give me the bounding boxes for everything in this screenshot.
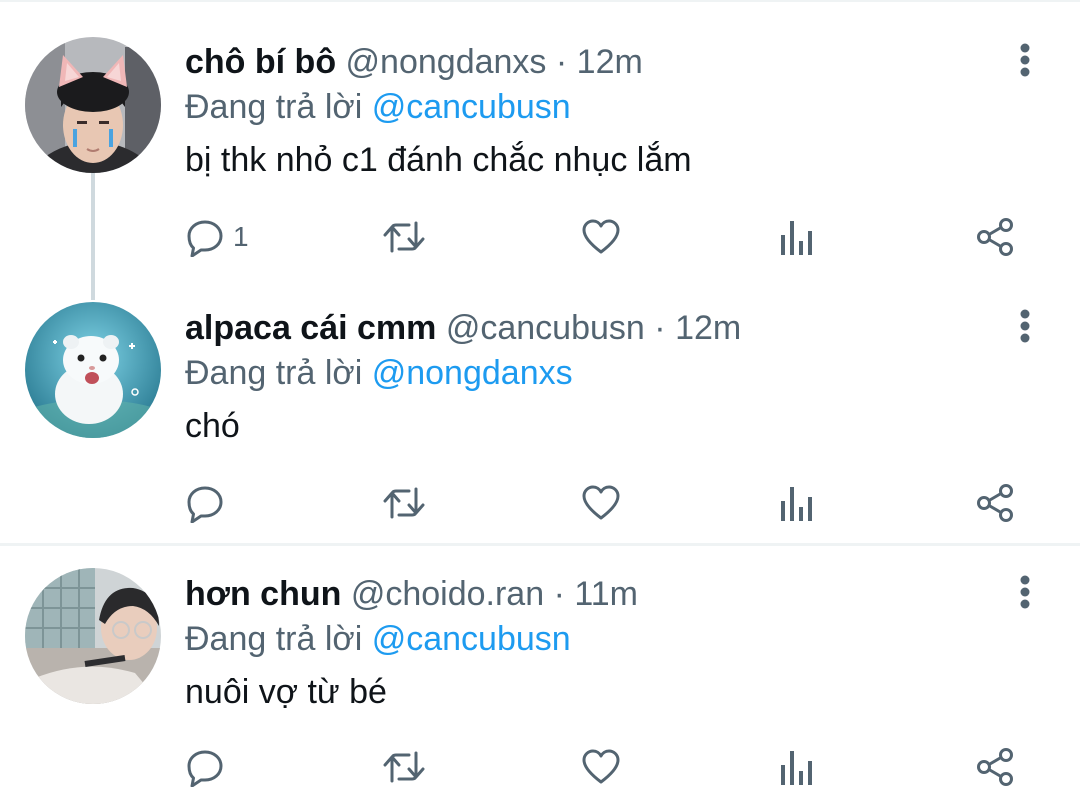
tweet-header: hơn chun @choido.ran · 11m <box>185 572 638 616</box>
tweet-header: chô bí bô @nongdanxs · 12m <box>185 40 643 84</box>
mention-link[interactable]: @nongdanxs <box>372 354 573 392</box>
reply-icon <box>187 486 223 523</box>
replying-to-label: Đang trả lời <box>185 354 363 392</box>
reply-icon <box>187 750 223 787</box>
more-vertical-icon <box>1020 575 1030 609</box>
share-icon <box>977 748 1013 786</box>
display-name[interactable]: alpaca cái cmm <box>185 309 436 347</box>
tweet-3[interactable]: hơn chun @choido.ran · 11m Đang trả lời … <box>0 546 1080 812</box>
share-button[interactable] <box>975 212 1015 262</box>
tweet-text: bị thk nhỏ c1 đánh chắc nhục lắm <box>185 141 692 179</box>
avatar[interactable] <box>25 302 161 438</box>
username-handle[interactable]: @cancubusn <box>446 309 645 347</box>
replying-to-label: Đang trả lời <box>185 88 363 126</box>
action-bar <box>185 478 1035 528</box>
share-button[interactable] <box>975 478 1015 528</box>
tweet-text: chó <box>185 407 240 445</box>
username-handle[interactable]: @choido.ran <box>351 575 544 613</box>
mention-link[interactable]: @cancubusn <box>372 88 571 126</box>
views-button[interactable] <box>779 742 815 792</box>
like-button[interactable] <box>581 478 621 528</box>
share-icon <box>977 218 1013 256</box>
tweet-2[interactable]: alpaca cái cmm @cancubusn · 12m Đang trả… <box>0 280 1080 542</box>
replying-to-line: Đang trả lời @cancubusn <box>185 85 571 129</box>
views-icon <box>781 487 812 521</box>
tweet-text: nuôi vợ từ bé <box>185 673 387 711</box>
separator-dot: · <box>555 43 568 81</box>
avatar-photo-person-glasses <box>25 568 161 704</box>
action-bar <box>185 742 1035 792</box>
like-button[interactable] <box>581 742 621 792</box>
avatar[interactable] <box>25 568 161 704</box>
replying-to-line: Đang trả lời @cancubusn <box>185 617 571 661</box>
separator-dot: · <box>553 575 565 613</box>
retweet-icon <box>383 487 425 519</box>
views-icon <box>781 751 812 785</box>
retweet-button[interactable] <box>381 478 427 528</box>
display-name[interactable]: chô bí bô <box>185 43 336 81</box>
views-icon <box>781 221 812 255</box>
more-options-button[interactable] <box>1008 570 1042 614</box>
more-options-button[interactable] <box>1008 304 1042 348</box>
retweet-button[interactable] <box>381 742 427 792</box>
timestamp[interactable]: 11m <box>574 575 638 613</box>
share-icon <box>977 484 1013 522</box>
avatar[interactable] <box>25 37 161 173</box>
tweet-content: chô bí bô @nongdanxs · 12m Đang trả lời … <box>185 40 1010 200</box>
avatar-photo-cat-ears <box>25 37 161 173</box>
action-bar: 1 <box>185 212 1035 262</box>
heart-icon <box>582 485 620 520</box>
retweet-button[interactable] <box>381 212 427 262</box>
like-button[interactable] <box>581 212 621 262</box>
tweet-header: alpaca cái cmm @cancubusn · 12m <box>185 306 741 350</box>
username-handle[interactable]: @nongdanxs <box>346 43 547 81</box>
reply-button[interactable] <box>185 478 233 528</box>
timestamp[interactable]: 12m <box>675 309 741 347</box>
replying-to-label: Đang trả lời <box>185 620 363 658</box>
timestamp[interactable]: 12m <box>577 43 643 81</box>
more-vertical-icon <box>1020 43 1030 77</box>
views-button[interactable] <box>779 212 815 262</box>
reply-icon <box>187 220 223 257</box>
reply-count: 1 <box>233 221 249 252</box>
more-options-button[interactable] <box>1008 38 1042 82</box>
views-button[interactable] <box>779 478 815 528</box>
tweet-1[interactable]: chô bí bô @nongdanxs · 12m Đang trả lời … <box>0 0 1080 280</box>
tweet-content: alpaca cái cmm @cancubusn · 12m Đang trả… <box>185 306 1010 466</box>
retweet-icon <box>383 751 425 783</box>
tweet-content: hơn chun @choido.ran · 11m Đang trả lời … <box>185 572 1010 732</box>
display-name[interactable]: hơn chun <box>185 575 341 613</box>
share-button[interactable] <box>975 742 1015 792</box>
reply-button[interactable] <box>185 742 233 792</box>
reply-button[interactable]: 1 <box>185 212 249 262</box>
more-vertical-icon <box>1020 309 1030 343</box>
separator-dot: · <box>654 309 666 347</box>
retweet-icon <box>383 221 425 253</box>
mention-link[interactable]: @cancubusn <box>372 620 571 658</box>
heart-icon <box>582 219 620 254</box>
replying-to-line: Đang trả lời @nongdanxs <box>185 351 573 395</box>
heart-icon <box>582 749 620 784</box>
avatar-photo-white-ferret <box>25 302 161 438</box>
